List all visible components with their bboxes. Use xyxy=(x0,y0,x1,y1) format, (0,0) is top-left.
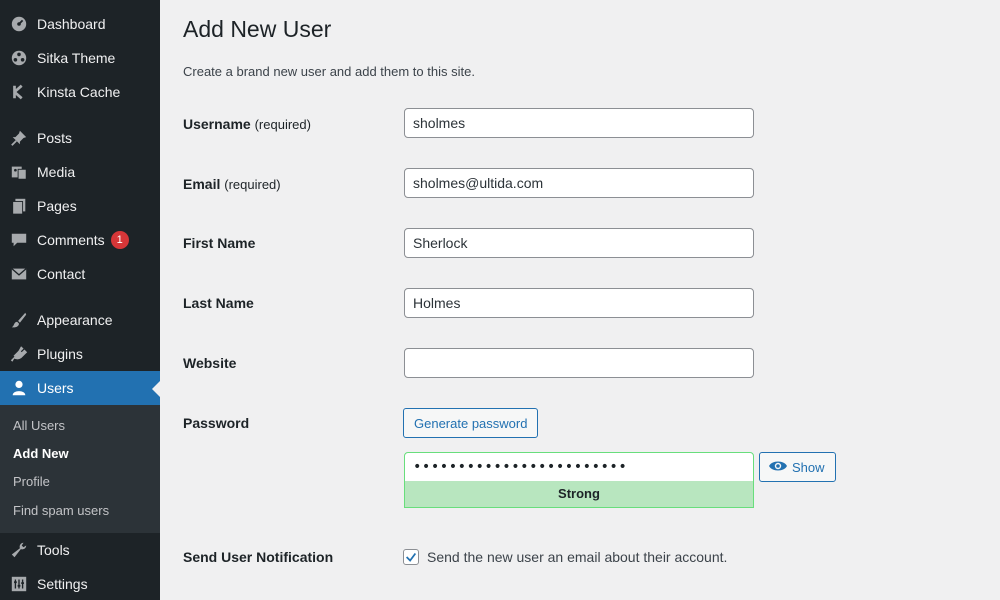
last-name-input[interactable] xyxy=(404,288,754,318)
show-password-label: Show xyxy=(792,459,825,475)
sidebar-item-tools[interactable]: Tools xyxy=(0,533,160,567)
username-input[interactable] xyxy=(404,108,754,138)
sidebar-label-contact: Contact xyxy=(37,266,86,282)
sidebar-label-plugins: Plugins xyxy=(37,346,83,362)
settings-icon xyxy=(0,575,36,593)
sidebar-label-appearance: Appearance xyxy=(37,312,113,328)
admin-sidebar: Dashboard Sitka Theme Kinsta Cache Posts… xyxy=(0,0,160,600)
sidebar-label-dashboard: Dashboard xyxy=(37,16,106,32)
website-input[interactable] xyxy=(404,348,754,378)
username-label: Username (required) xyxy=(183,116,311,132)
show-password-button[interactable]: Show xyxy=(759,452,836,482)
sidebar-label-media: Media xyxy=(37,164,76,180)
email-input[interactable] xyxy=(404,168,754,198)
submenu-item-find-spam-users[interactable]: Find spam users xyxy=(13,501,109,521)
generate-password-button[interactable]: Generate password xyxy=(403,408,539,438)
kinsta-icon xyxy=(0,83,36,101)
sidebar-label-pages: Pages xyxy=(37,198,77,214)
page-title: Add New User xyxy=(183,16,332,42)
main-content: Add New User Create a brand new user and… xyxy=(160,0,1000,600)
paintbrush-icon xyxy=(0,311,36,329)
pin-icon xyxy=(0,129,36,147)
sidebar-item-users[interactable]: Users xyxy=(0,371,160,405)
password-label: Password xyxy=(183,415,250,431)
submenu-item-profile[interactable]: Profile xyxy=(13,472,50,492)
mail-icon xyxy=(0,265,36,283)
sidebar-item-sitka-theme[interactable]: Sitka Theme xyxy=(0,41,160,75)
sidebar-label-comments: Comments xyxy=(37,232,105,248)
sidebar-item-plugins[interactable]: Plugins xyxy=(0,337,160,371)
submenu-item-add-new[interactable]: Add New xyxy=(13,444,69,464)
sidebar-label-tools: Tools xyxy=(37,542,70,558)
sidebar-label-users: Users xyxy=(37,380,74,396)
last-name-label: Last Name xyxy=(183,295,254,311)
users-submenu: All Users Add New Profile Find spam user… xyxy=(0,405,160,533)
sidebar-item-settings[interactable]: Settings xyxy=(0,567,160,600)
dashboard-icon xyxy=(0,15,36,33)
user-icon xyxy=(0,379,36,397)
email-required-note: (required) xyxy=(224,177,281,192)
first-name-input[interactable] xyxy=(404,228,754,258)
sidebar-label-posts: Posts xyxy=(37,130,73,146)
pages-icon xyxy=(0,197,36,215)
sidebar-item-comments[interactable]: Comments 1 xyxy=(0,223,160,257)
sidebar-item-contact[interactable]: Contact xyxy=(0,257,160,291)
sidebar-label-settings: Settings xyxy=(37,576,88,592)
sitka-theme-icon xyxy=(0,49,36,67)
page-description: Create a brand new user and add them to … xyxy=(183,64,475,79)
sidebar-item-dashboard[interactable]: Dashboard xyxy=(0,7,160,41)
first-name-label: First Name xyxy=(183,235,256,251)
media-icon xyxy=(0,163,36,181)
plugin-icon xyxy=(0,345,36,363)
website-label: Website xyxy=(183,355,237,371)
comments-count-badge: 1 xyxy=(110,231,129,249)
username-required-note: (required) xyxy=(254,117,311,132)
sidebar-item-kinsta-cache[interactable]: Kinsta Cache xyxy=(0,75,160,109)
sidebar-item-pages[interactable]: Pages xyxy=(0,189,160,223)
email-label: Email (required) xyxy=(183,176,281,192)
sidebar-item-posts[interactable]: Posts xyxy=(0,121,160,155)
sidebar-item-appearance[interactable]: Appearance xyxy=(0,303,160,337)
password-input[interactable] xyxy=(404,452,754,482)
eye-icon xyxy=(768,459,788,476)
username-label-text: Username xyxy=(183,116,251,132)
send-notification-text: Send the new user an email about their a… xyxy=(427,549,728,565)
send-notification-checkbox[interactable] xyxy=(403,549,419,565)
sidebar-item-media[interactable]: Media xyxy=(0,155,160,189)
password-strength-indicator: Strong xyxy=(404,481,754,508)
submenu-item-all-users[interactable]: All Users xyxy=(13,416,65,436)
email-label-text: Email xyxy=(183,176,221,192)
sidebar-label-kinsta-cache: Kinsta Cache xyxy=(37,84,121,100)
comment-icon xyxy=(0,231,36,249)
sidebar-label-sitka-theme: Sitka Theme xyxy=(37,50,116,66)
wrench-icon xyxy=(0,541,36,559)
checkmark-icon xyxy=(406,552,417,562)
send-notification-label: Send User Notification xyxy=(183,549,334,565)
